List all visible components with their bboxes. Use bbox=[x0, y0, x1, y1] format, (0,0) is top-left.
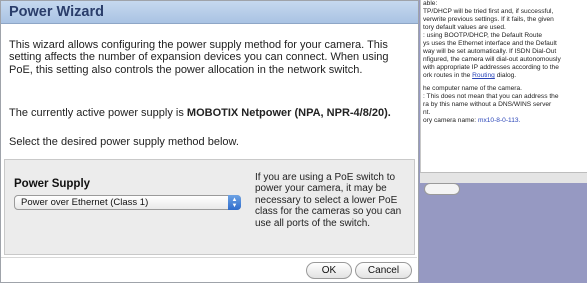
background-field[interactable] bbox=[424, 183, 460, 195]
camera-name-label: ory camera name: bbox=[423, 117, 478, 124]
ok-button[interactable]: OK bbox=[306, 262, 352, 279]
help-line: : using BOOTP/DHCP, the Default Route bbox=[423, 32, 542, 39]
help-line: tory default values are used. bbox=[423, 24, 506, 31]
power-supply-note: If you are using a PoE switch to power y… bbox=[255, 172, 402, 229]
chevron-down-icon: ▼ bbox=[231, 203, 238, 209]
help-routing-prefix: ork routes in the bbox=[423, 72, 473, 79]
power-supply-label: Power Supply bbox=[14, 178, 91, 190]
background-help-panel: able: TP/DHCP will be tried first and, i… bbox=[420, 0, 587, 172]
active-power-label: The currently active power supply is bbox=[9, 107, 187, 119]
help-line: ys uses the Ethernet interface and the D… bbox=[423, 40, 557, 47]
help-line: TP/DHCP will be tried first and, if succ… bbox=[423, 8, 554, 15]
active-power-value: MOBOTIX Netpower (NPA, NPR-4/8/20). bbox=[186, 107, 391, 119]
wizard-intro-text: This wizard allows configuring the power… bbox=[9, 39, 389, 76]
help-line: nfigured, the camera will dial-out auton… bbox=[423, 56, 561, 63]
help-line: ra by this name without a DNS/WINS serve… bbox=[423, 101, 552, 108]
help-camera-name-line: ory camera name: mx10-8-0-113. bbox=[423, 117, 585, 125]
help-line: : This does not mean that you can addres… bbox=[423, 93, 559, 100]
cancel-button[interactable]: Cancel bbox=[355, 262, 412, 279]
help-line: way will be set automatically. If ISDN D… bbox=[423, 48, 557, 55]
help-line: verwrite previous settings. If it fails,… bbox=[423, 16, 554, 23]
power-supply-select[interactable]: Power over Ethernet (Class 1) ▲ ▼ bbox=[14, 195, 241, 210]
camera-name-value: mx10-8-0-113. bbox=[477, 117, 521, 124]
footer-divider bbox=[1, 257, 417, 258]
help-routing-suffix: dialog. bbox=[494, 72, 517, 79]
dialog-titlebar: Power Wizard bbox=[1, 1, 418, 24]
help-line: he computer name of the camera. bbox=[423, 85, 522, 92]
background-divider bbox=[420, 172, 587, 183]
help-line: with appropriate IP addresses according … bbox=[423, 64, 559, 71]
dialog-title: Power Wizard bbox=[9, 4, 104, 20]
help-routing-line: ork routes in the Routing dialog. bbox=[423, 72, 585, 80]
power-supply-selected-value: Power over Ethernet (Class 1) bbox=[21, 197, 149, 208]
active-power-supply-line: The currently active power supply is MOB… bbox=[9, 107, 414, 119]
help-line: able: bbox=[423, 0, 438, 7]
routing-link[interactable]: Routing bbox=[472, 72, 495, 79]
help-line: nt. bbox=[423, 109, 431, 116]
select-arrows-icon: ▲ ▼ bbox=[228, 195, 241, 210]
select-prompt: Select the desired power supply method b… bbox=[9, 136, 239, 148]
